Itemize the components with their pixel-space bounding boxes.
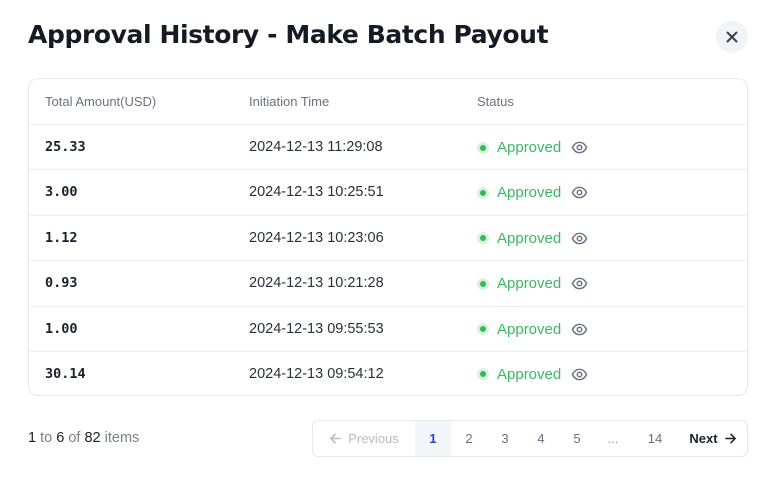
view-details-button[interactable] xyxy=(570,229,588,247)
page-4-button[interactable]: 4 xyxy=(523,421,559,456)
eye-icon xyxy=(571,321,588,338)
status-badge: Approved xyxy=(497,139,562,156)
approval-history-modal: Approval History - Make Batch Payout Tot… xyxy=(0,0,777,477)
table-row: 3.00 2024-12-13 10:25:51 Approved xyxy=(29,170,747,216)
status-cell: Approved xyxy=(477,125,588,170)
page-3-button[interactable]: 3 xyxy=(487,421,523,456)
status-dot-icon xyxy=(477,232,489,245)
eye-icon xyxy=(571,139,588,156)
amount-cell: 1.12 xyxy=(45,229,78,246)
column-header-status: Status xyxy=(477,94,514,109)
initiation-time-cell: 2024-12-13 10:25:51 xyxy=(249,184,384,201)
close-icon xyxy=(726,31,738,43)
table-row: 1.00 2024-12-13 09:55:53 Approved xyxy=(29,307,747,352)
status-cell: Approved xyxy=(477,261,588,306)
column-header-initiation-time: Initiation Time xyxy=(249,94,330,109)
summary-of-word: of xyxy=(68,430,81,446)
table-row: 1.12 2024-12-13 10:23:06 Approved xyxy=(29,216,747,262)
amount-cell: 3.00 xyxy=(45,184,78,201)
status-cell: Approved xyxy=(477,216,588,261)
amount-cell: 1.00 xyxy=(45,320,78,337)
arrow-right-icon xyxy=(718,432,737,445)
status-badge: Approved xyxy=(497,229,562,247)
eye-icon xyxy=(571,275,588,292)
status-badge: Approved xyxy=(497,275,562,293)
previous-label: Previous xyxy=(348,431,399,446)
status-badge: Approved xyxy=(497,320,562,338)
summary-to: 6 xyxy=(56,430,65,446)
view-details-button[interactable] xyxy=(570,275,588,293)
status-dot-icon xyxy=(477,186,489,199)
next-label: Next xyxy=(689,431,718,446)
eye-icon xyxy=(571,230,588,247)
amount-cell: 0.93 xyxy=(45,275,78,292)
amount-cell: 30.14 xyxy=(45,365,86,382)
column-header-amount: Total Amount(USD) xyxy=(45,94,157,109)
status-dot-icon xyxy=(477,141,489,154)
pagination: Previous 1 2 3 4 5 ... 14 Next xyxy=(312,420,748,457)
initiation-time-cell: 2024-12-13 09:54:12 xyxy=(249,365,384,382)
summary-to-word: to xyxy=(40,430,53,446)
amount-cell: 25.33 xyxy=(45,139,86,155)
status-dot-icon xyxy=(477,323,489,336)
close-button[interactable] xyxy=(716,21,748,53)
page-1-button[interactable]: 1 xyxy=(415,421,451,456)
eye-icon xyxy=(571,184,588,201)
table-row: 25.33 2024-12-13 11:29:08 Approved xyxy=(29,125,747,171)
table-row: 0.93 2024-12-13 10:21:28 Approved xyxy=(29,261,747,307)
next-page-button[interactable]: Next xyxy=(679,421,747,456)
status-dot-icon xyxy=(477,368,489,381)
table-header: Total Amount(USD) Initiation Time Status xyxy=(29,79,747,125)
eye-icon xyxy=(571,366,588,383)
summary-from: 1 xyxy=(28,430,37,446)
status-dot-icon xyxy=(477,277,489,290)
page-14-button[interactable]: 14 xyxy=(631,421,679,456)
initiation-time-cell: 2024-12-13 10:23:06 xyxy=(249,229,384,246)
status-cell: Approved xyxy=(477,352,588,395)
summary-total: 82 xyxy=(84,430,101,446)
page-5-button[interactable]: 5 xyxy=(559,421,595,456)
pagination-summary: 1 to 6 of 82 items xyxy=(28,430,139,446)
view-details-button[interactable] xyxy=(570,184,588,202)
table-body: 25.33 2024-12-13 11:29:08 Approved 3.00 2024… xyxy=(29,125,747,395)
view-details-button[interactable] xyxy=(570,139,588,157)
view-details-button[interactable] xyxy=(570,365,588,383)
initiation-time-cell: 2024-12-13 10:21:28 xyxy=(249,275,384,292)
view-details-button[interactable] xyxy=(570,320,588,338)
pagination-ellipsis: ... xyxy=(607,431,619,446)
initiation-time-cell: 2024-12-13 09:55:53 xyxy=(249,320,384,337)
approval-table: Total Amount(USD) Initiation Time Status… xyxy=(28,78,748,396)
previous-page-button[interactable]: Previous xyxy=(313,421,415,456)
modal-title: Approval History - Make Batch Payout xyxy=(28,20,549,49)
page-2-button[interactable]: 2 xyxy=(451,421,487,456)
arrow-left-icon xyxy=(329,432,348,445)
summary-unit: items xyxy=(104,430,140,446)
table-row: 30.14 2024-12-13 09:54:12 Approved xyxy=(29,352,747,395)
status-cell: Approved xyxy=(477,307,588,352)
status-cell: Approved xyxy=(477,170,588,215)
status-badge: Approved xyxy=(497,365,562,383)
status-badge: Approved xyxy=(497,184,562,202)
initiation-time-cell: 2024-12-13 11:29:08 xyxy=(249,139,383,155)
